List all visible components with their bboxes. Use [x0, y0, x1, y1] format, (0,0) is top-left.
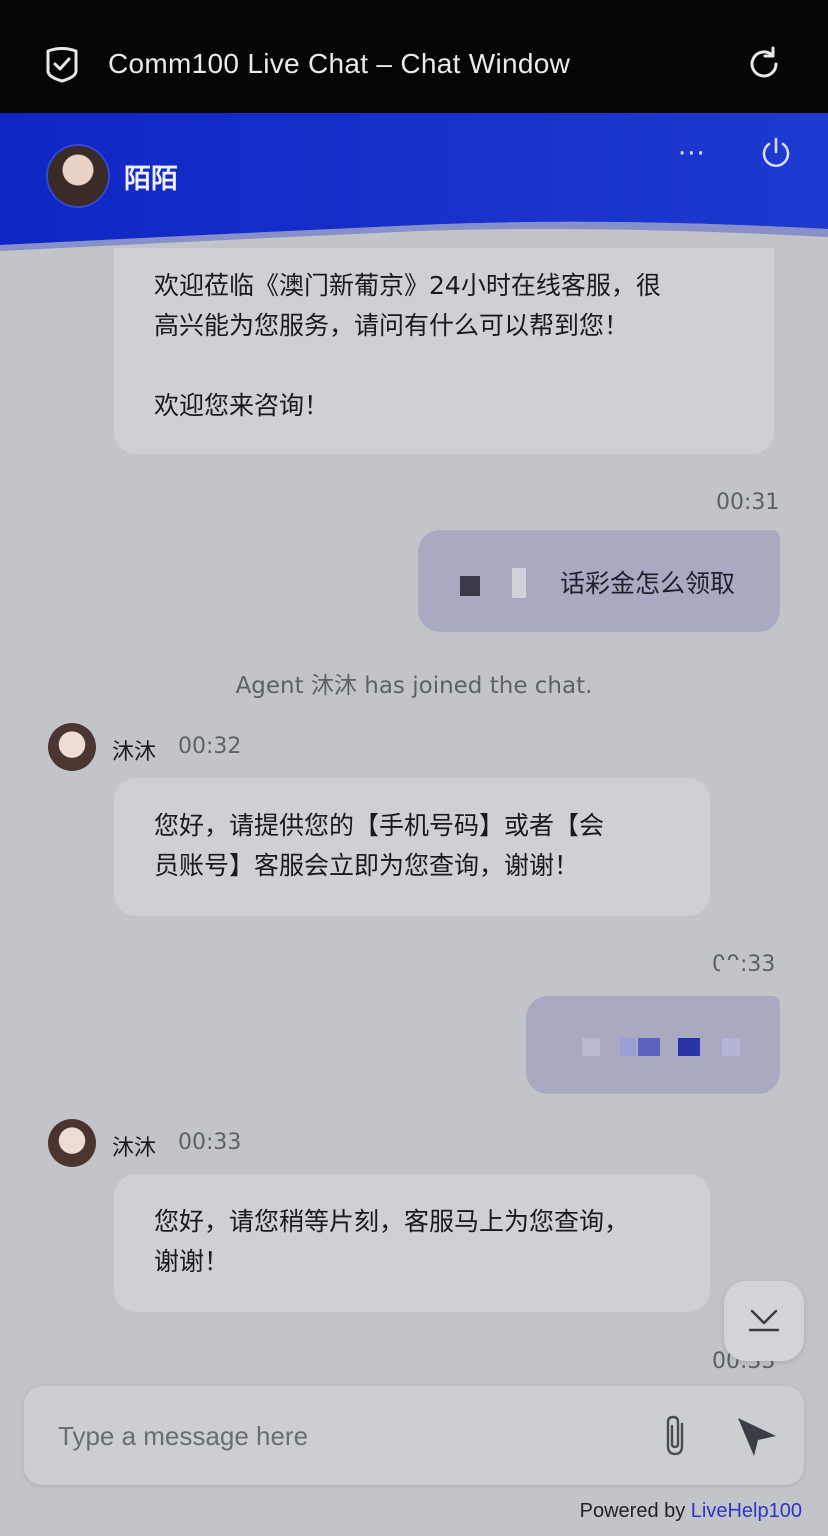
agent-name-label: 沐沐 [112, 740, 157, 765]
redacted-block [582, 1038, 600, 1056]
redacted-block [460, 576, 480, 596]
agent-avatar-small [48, 1119, 96, 1167]
paperclip-icon[interactable] [658, 1412, 694, 1460]
window-title-bar: Comm100 Live Chat – Chat Window [0, 0, 828, 113]
agent-name-label: 沐沐 [112, 1136, 157, 1161]
redacted-block [722, 1038, 740, 1056]
system-notice: Agent 沐沐 has joined the chat. [235, 673, 593, 699]
redacted-block [512, 568, 526, 598]
agent-message-time: 00:32 [178, 734, 242, 759]
message-text-line: 欢迎莅临《澳门新葡京》24小时在线客服，很 [154, 271, 661, 300]
refresh-icon[interactable] [746, 46, 782, 82]
message-text-line: 您好，请您稍等片刻，客服马上为您查询， [154, 1207, 630, 1236]
agent-message-bubble: 欢迎莅临《澳门新葡京》24小时在线客服，很 高兴能为您服务，请问有什么可以帮到您… [114, 248, 774, 454]
window-title: Comm100 Live Chat – Chat Window [108, 48, 571, 79]
message-input[interactable] [56, 1412, 620, 1460]
message-text-line: 员账号】客服会立即为您查询，谢谢！ [154, 851, 580, 880]
user-message-bubble: 话彩金怎么领取 [418, 530, 780, 632]
redacted-block [720, 960, 740, 974]
send-icon[interactable] [734, 1414, 780, 1458]
agent-message-bubble: 您好，请提供您的【手机号码】或者【会 员账号】客服会立即为您查询，谢谢！ [114, 778, 710, 916]
message-text-line: 高兴能为您服务，请问有什么可以帮到您！ [154, 311, 630, 340]
power-end-chat-icon[interactable] [758, 135, 794, 171]
redacted-block [620, 1038, 636, 1056]
message-text: 话彩金怎么领取 [560, 569, 736, 598]
chevron-down-icon [748, 1309, 780, 1332]
powered-by-label: Powered by [579, 1500, 691, 1522]
chat-header: 陌陌 ··· [0, 113, 828, 263]
message-text-line: 您好，请提供您的【手机号码】或者【会 [154, 811, 605, 840]
agent-message-bubble: 您好，请您稍等片刻，客服马上为您查询， 谢谢！ [114, 1174, 710, 1312]
brand-link[interactable]: LiveHelp100 [691, 1500, 802, 1522]
message-text-line: 欢迎您来咨询！ [154, 391, 330, 420]
redacted-block [638, 1038, 660, 1056]
shield-check-icon [46, 47, 78, 83]
redacted-block [678, 1038, 700, 1056]
powered-by-footer: Powered by LiveHelp100 [580, 1500, 802, 1523]
agent-message-time: 00:33 [178, 1130, 242, 1155]
agent-name: 陌陌 [124, 164, 178, 195]
agent-avatar [48, 146, 108, 206]
agent-avatar-small [48, 723, 96, 771]
message-timestamp: 00:31 [716, 490, 780, 515]
message-composer [24, 1386, 804, 1485]
more-options-icon[interactable]: ··· [678, 139, 718, 169]
message-text-line: 谢谢！ [154, 1247, 230, 1276]
user-message-bubble-redacted [526, 996, 780, 1094]
scroll-to-bottom-button[interactable] [724, 1281, 804, 1361]
